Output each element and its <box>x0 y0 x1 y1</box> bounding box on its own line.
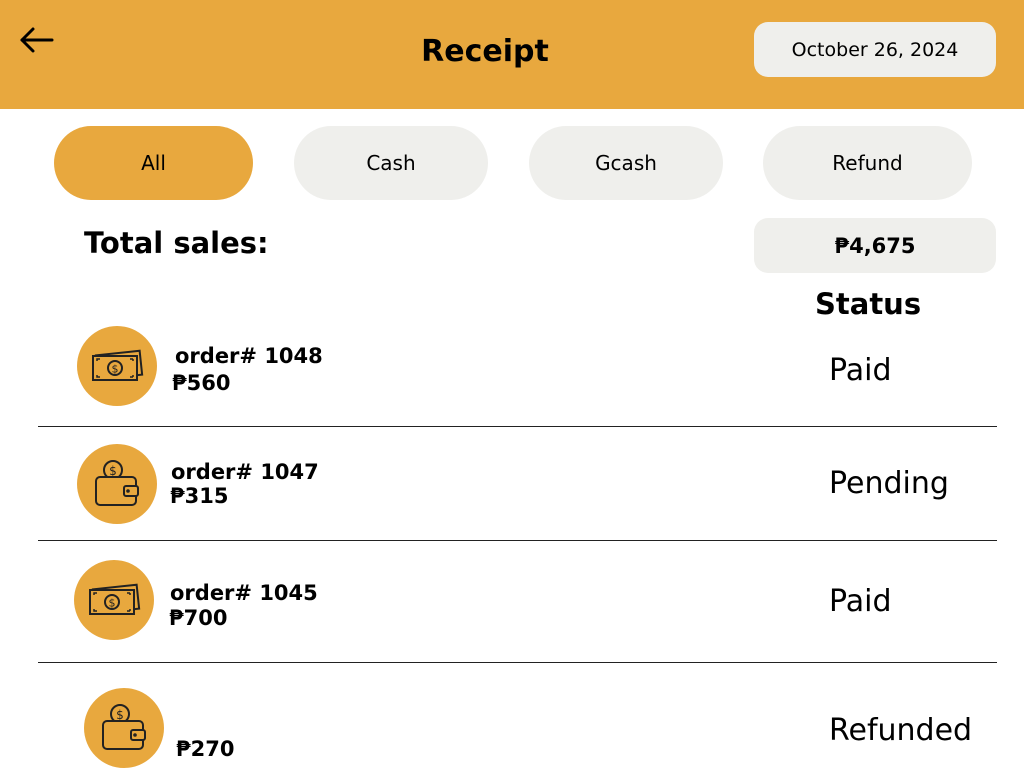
total-sales-value: ₱4,675 <box>754 218 996 273</box>
order-id: order# 1047 <box>171 460 319 484</box>
order-status: Paid <box>829 584 892 619</box>
tab-refund[interactable]: Refund <box>763 126 972 200</box>
order-status: Refunded <box>829 713 973 748</box>
svg-text:$: $ <box>109 464 117 478</box>
cash-bill-icon: $ <box>74 560 154 640</box>
order-status: Pending <box>829 466 949 501</box>
divider <box>38 426 997 427</box>
svg-text:$: $ <box>112 363 119 376</box>
tab-gcash-label: Gcash <box>595 151 657 175</box>
total-sales-label: Total sales: <box>84 226 269 260</box>
date-label: October 26, 2024 <box>791 38 959 61</box>
wallet-coin-icon: $ <box>77 444 157 524</box>
svg-text:$: $ <box>109 597 116 610</box>
status-column-header: Status <box>815 287 922 321</box>
tab-all[interactable]: All <box>54 126 253 200</box>
order-status: Paid <box>829 353 892 388</box>
order-amount: ₱700 <box>169 606 228 630</box>
tab-cash[interactable]: Cash <box>294 126 488 200</box>
cash-bill-icon: $ <box>77 326 157 406</box>
tab-all-label: All <box>141 151 166 175</box>
order-amount: ₱560 <box>172 371 231 395</box>
total-sales-amount: ₱4,675 <box>834 233 916 258</box>
order-id: order# 1045 <box>170 581 318 605</box>
divider <box>38 540 997 541</box>
tab-refund-label: Refund <box>832 151 903 175</box>
order-amount: ₱270 <box>176 737 235 761</box>
order-id: order# 1048 <box>175 344 323 368</box>
date-chip[interactable]: October 26, 2024 <box>754 22 996 77</box>
svg-text:$: $ <box>116 708 124 722</box>
order-amount: ₱315 <box>170 484 229 508</box>
wallet-coin-icon: $ <box>84 688 164 768</box>
divider <box>38 662 997 663</box>
tab-cash-label: Cash <box>366 151 416 175</box>
header-bar: Receipt October 26, 2024 <box>0 0 1024 109</box>
tab-gcash[interactable]: Gcash <box>529 126 723 200</box>
